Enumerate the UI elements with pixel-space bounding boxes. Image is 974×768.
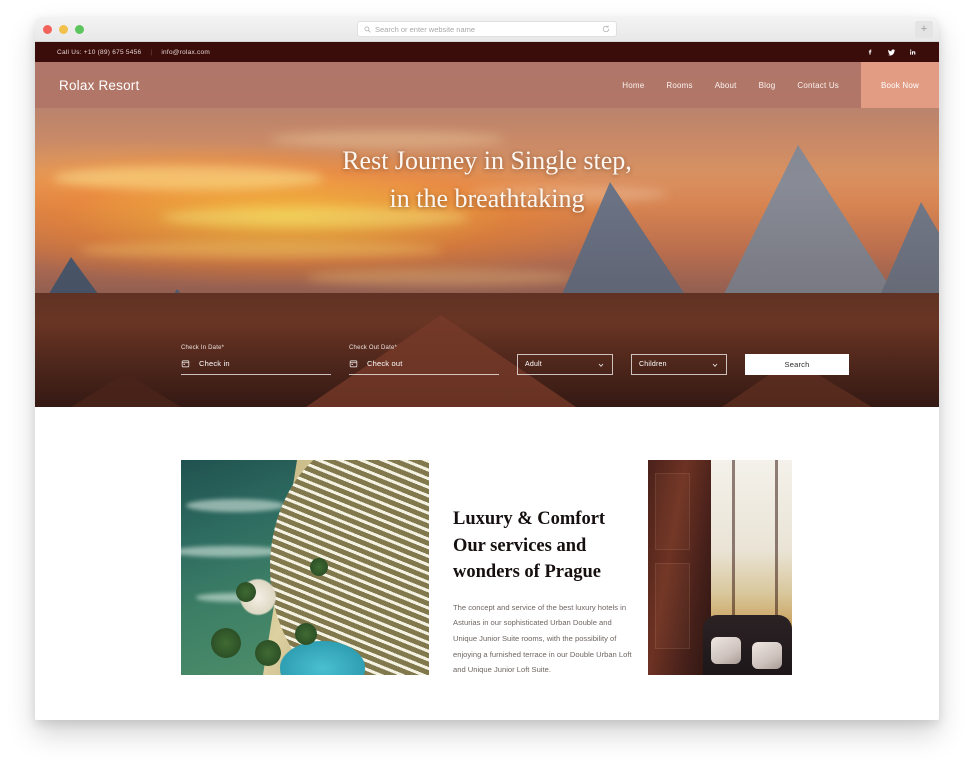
browser-window: Search or enter website name + Call Us: … <box>35 17 939 720</box>
adult-select[interactable]: Adult <box>517 354 613 375</box>
aerial-resort-photo <box>181 460 429 675</box>
twitter-icon[interactable] <box>887 48 896 57</box>
services-row: Luxury & Comfort Our services and wonder… <box>35 460 939 678</box>
hotel-room-photo <box>648 460 792 675</box>
facebook-icon[interactable] <box>866 48 874 56</box>
checkin-input[interactable]: Check in <box>181 359 331 375</box>
nav-item-about[interactable]: About <box>715 81 737 90</box>
top-contact-bar: Call Us: +10 (89) 675 5456 | info@rolax.… <box>35 42 939 62</box>
site-logo[interactable]: Rolax Resort <box>59 78 139 93</box>
pillow <box>751 641 782 669</box>
surf <box>185 498 286 512</box>
browser-titlebar: Search or enter website name + <box>35 17 939 42</box>
contact-info: Call Us: +10 (89) 675 5456 | info@rolax.… <box>57 49 210 56</box>
checkout-label: Check Out Date* <box>349 345 398 351</box>
swimming-pool <box>280 640 365 675</box>
address-bar-placeholder: Search or enter website name <box>375 24 476 34</box>
social-links <box>866 48 917 57</box>
hero-title-line-1: Rest Journey in Single step, <box>342 146 632 175</box>
section-paragraph: The concept and service of the best luxu… <box>453 602 632 675</box>
booking-search-bar: Check In Date* Check in Check Out Date* <box>35 345 939 375</box>
services-text: Luxury & Comfort Our services and wonder… <box>429 460 637 678</box>
nav-item-home[interactable]: Home <box>622 81 644 90</box>
section-heading-line-2: Our services and <box>453 535 587 556</box>
adult-select-value: Adult <box>525 361 542 368</box>
new-tab-button[interactable]: + <box>915 21 933 38</box>
checkin-label: Check In Date* <box>181 345 225 351</box>
nav-item-blog[interactable]: Blog <box>759 81 776 90</box>
palm-tree <box>309 558 328 577</box>
page-viewport: Call Us: +10 (89) 675 5456 | info@rolax.… <box>35 42 939 720</box>
hero-title: Rest Journey in Single step, in the brea… <box>342 142 632 219</box>
checkout-input[interactable]: Check out <box>349 359 499 375</box>
email-address[interactable]: info@rolax.com <box>161 49 210 56</box>
site-header: Rolax Resort Home Rooms About Blog Conta… <box>35 62 939 108</box>
section-heading-line-1: Luxury & Comfort <box>453 509 606 529</box>
search-icon <box>364 26 371 33</box>
phone-number[interactable]: Call Us: +10 (89) 675 5456 <box>57 49 141 56</box>
separator: | <box>150 48 153 56</box>
window-traffic-lights[interactable] <box>43 24 84 34</box>
chevron-down-icon <box>711 361 719 369</box>
palm-tree <box>295 622 318 645</box>
chevron-down-icon <box>597 361 605 369</box>
section-heading: Luxury & Comfort Our services and wonder… <box>453 506 637 586</box>
minimize-window-button[interactable] <box>59 24 68 34</box>
section-bottom-edge <box>35 692 939 694</box>
close-window-button[interactable] <box>43 24 52 34</box>
services-section: Luxury & Comfort Our services and wonder… <box>35 407 939 694</box>
door-panel <box>655 563 690 650</box>
checkout-field[interactable]: Check Out Date* Check out <box>349 345 499 375</box>
main-navigation: Home Rooms About Blog Contact Us <box>622 81 861 90</box>
section-heading-line-3: wonders of Prague <box>453 562 601 583</box>
nav-item-contact-us[interactable]: Contact Us <box>797 81 839 90</box>
palm-tree <box>235 581 256 602</box>
hero-section: Rolax Resort Home Rooms About Blog Conta… <box>35 62 939 407</box>
children-select-value: Children <box>639 361 667 368</box>
book-now-button[interactable]: Book Now <box>861 62 939 108</box>
pillow <box>711 637 742 665</box>
maximize-window-button[interactable] <box>75 24 84 34</box>
palm-tree <box>210 627 241 658</box>
reload-icon[interactable] <box>602 25 610 33</box>
linkedin-icon[interactable] <box>909 48 917 56</box>
hero-title-line-2: in the breathtaking <box>389 184 585 214</box>
calendar-icon <box>181 359 190 368</box>
search-button[interactable]: Search <box>745 354 849 375</box>
address-bar[interactable]: Search or enter website name <box>357 21 617 37</box>
checkin-field[interactable]: Check In Date* Check in <box>181 345 331 375</box>
calendar-icon <box>349 359 358 368</box>
nav-item-rooms[interactable]: Rooms <box>666 81 692 90</box>
door-panel <box>655 472 690 551</box>
checkin-placeholder: Check in <box>199 359 230 368</box>
checkout-placeholder: Check out <box>367 359 403 368</box>
children-select[interactable]: Children <box>631 354 727 375</box>
